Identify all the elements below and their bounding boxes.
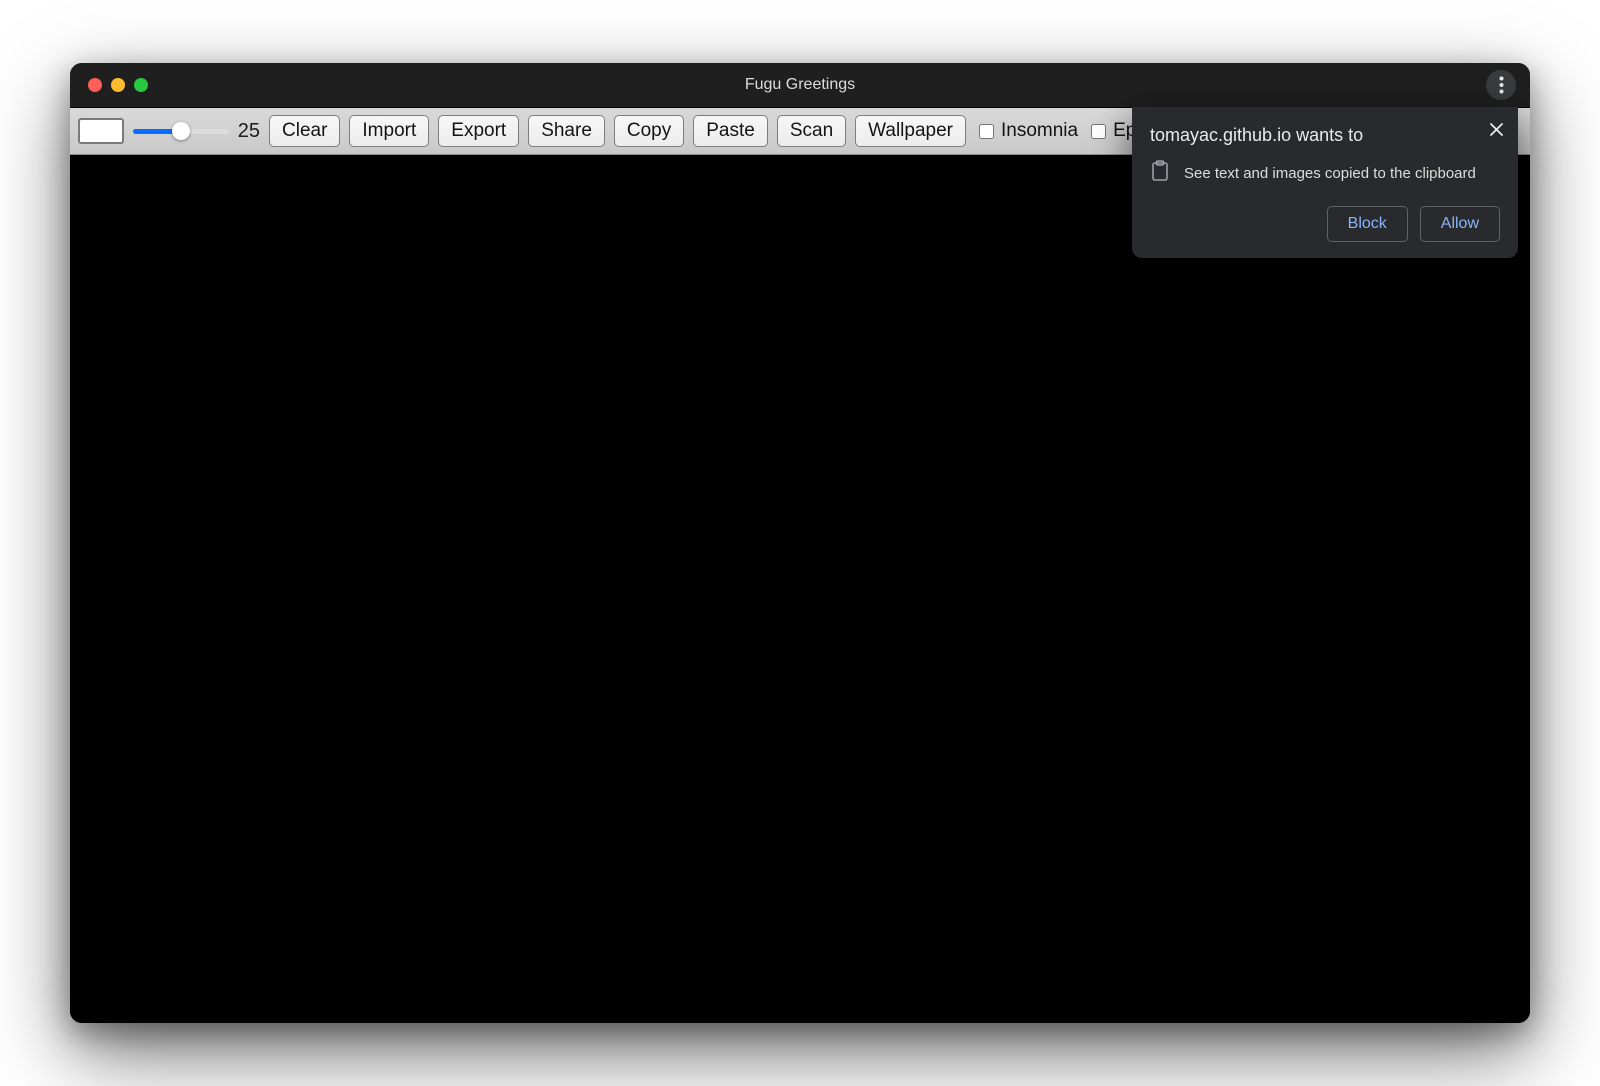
drawing-canvas[interactable] bbox=[70, 155, 1530, 1023]
insomnia-toggle[interactable]: Insomnia bbox=[975, 120, 1078, 142]
insomnia-label: Insomnia bbox=[1001, 120, 1078, 142]
permission-prompt: tomayac.github.io wants to See text and … bbox=[1132, 107, 1518, 258]
export-button[interactable]: Export bbox=[438, 115, 519, 147]
clear-button[interactable]: Clear bbox=[269, 115, 340, 147]
window-traffic-lights bbox=[70, 78, 148, 92]
share-button[interactable]: Share bbox=[528, 115, 605, 147]
clipboard-icon bbox=[1150, 160, 1170, 186]
prompt-origin: tomayac.github.io bbox=[1150, 125, 1291, 145]
brush-size-slider[interactable] bbox=[133, 122, 229, 140]
prompt-title: tomayac.github.io wants to bbox=[1150, 125, 1476, 146]
prompt-close-button[interactable] bbox=[1484, 117, 1508, 141]
window-title: Fugu Greetings bbox=[70, 76, 1530, 94]
block-button[interactable]: Block bbox=[1327, 206, 1408, 242]
kebab-icon bbox=[1499, 76, 1504, 94]
brush-size-value: 25 bbox=[236, 120, 260, 143]
copy-button[interactable]: Copy bbox=[614, 115, 684, 147]
app-window: Fugu Greetings 25 Clear Import Export S bbox=[70, 63, 1530, 1023]
overflow-menu-button[interactable] bbox=[1486, 70, 1516, 100]
wallpaper-button[interactable]: Wallpaper bbox=[855, 115, 966, 147]
window-minimize-button[interactable] bbox=[111, 78, 125, 92]
window-close-button[interactable] bbox=[88, 78, 102, 92]
window-zoom-button[interactable] bbox=[134, 78, 148, 92]
paste-button[interactable]: Paste bbox=[693, 115, 768, 147]
prompt-permission-text: See text and images copied to the clipbo… bbox=[1184, 165, 1476, 182]
scan-button[interactable]: Scan bbox=[777, 115, 846, 147]
prompt-actions: Block Allow bbox=[1150, 206, 1500, 242]
titlebar: Fugu Greetings bbox=[70, 63, 1530, 108]
allow-button[interactable]: Allow bbox=[1420, 206, 1500, 242]
ephemeral-checkbox[interactable] bbox=[1091, 124, 1106, 139]
close-icon bbox=[1490, 123, 1503, 136]
import-button[interactable]: Import bbox=[349, 115, 429, 147]
prompt-permission-row: See text and images copied to the clipbo… bbox=[1150, 160, 1500, 186]
prompt-wants-to: wants to bbox=[1296, 125, 1363, 145]
color-picker[interactable] bbox=[78, 118, 124, 144]
insomnia-checkbox[interactable] bbox=[979, 124, 994, 139]
